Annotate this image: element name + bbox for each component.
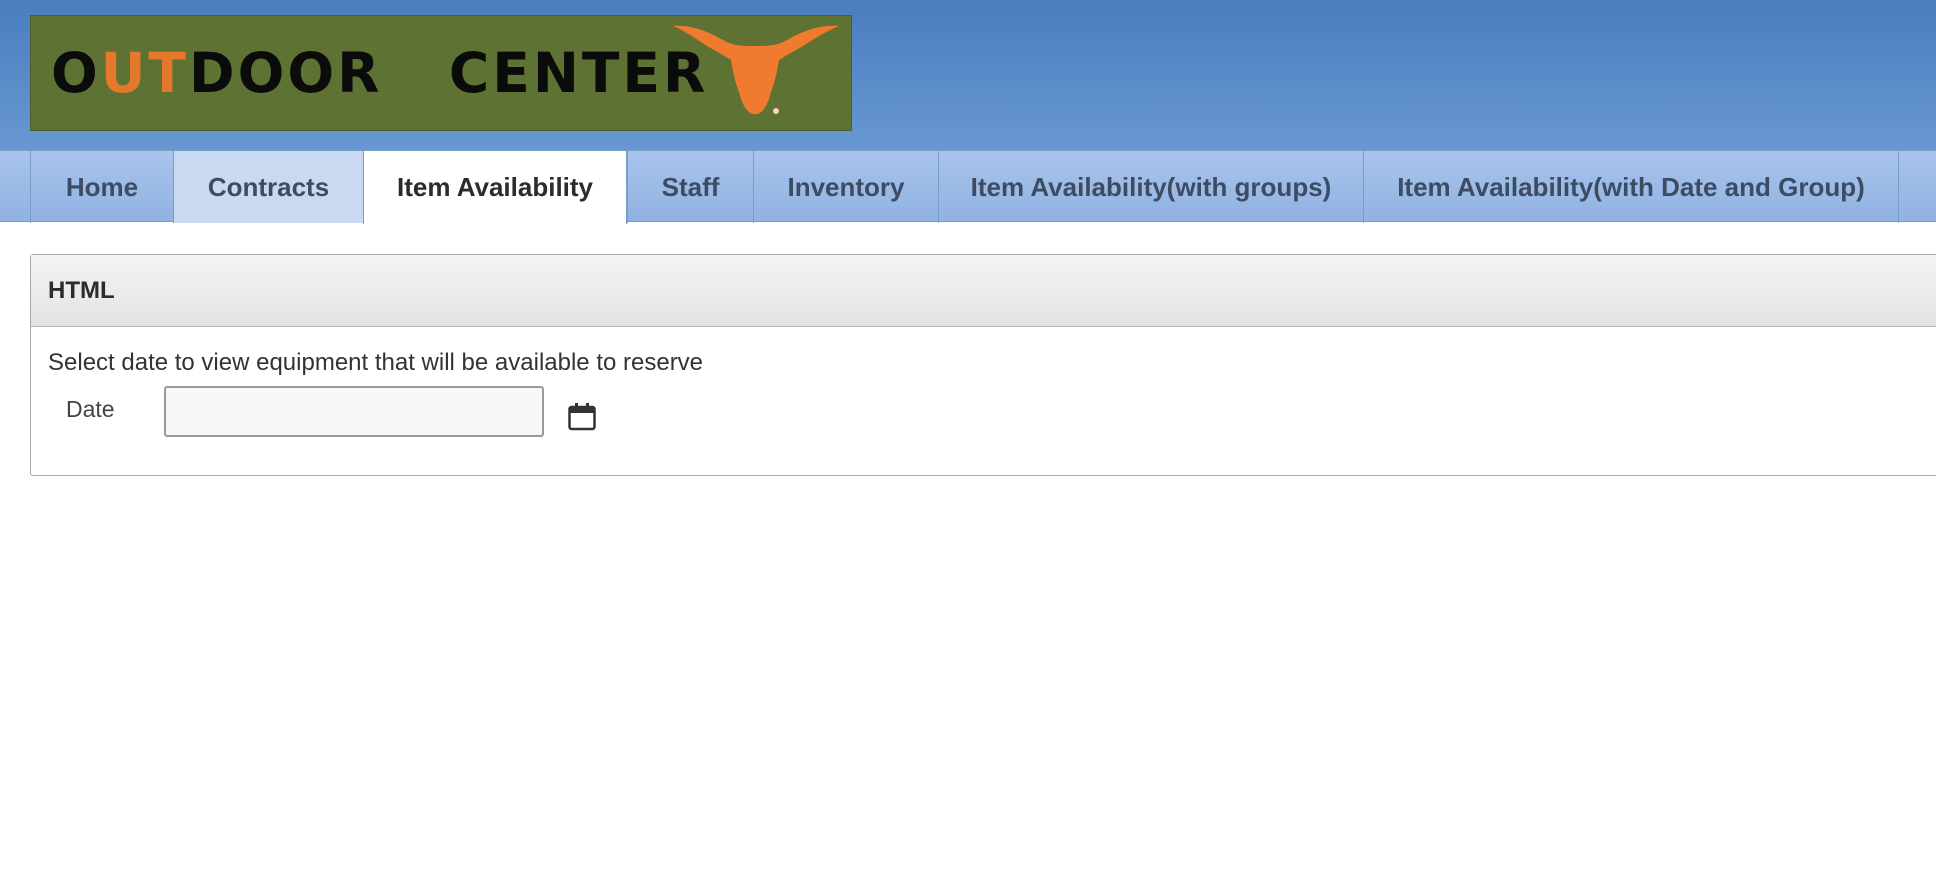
calendar-icon[interactable] xyxy=(567,402,597,432)
tab-contracts[interactable]: Contracts xyxy=(173,151,363,223)
date-input[interactable] xyxy=(164,386,544,437)
tab-home[interactable]: Home xyxy=(30,151,173,223)
tab-staff[interactable]: Staff xyxy=(627,151,753,223)
panel-title: HTML xyxy=(31,255,1936,327)
availability-panel: HTML Select date to view equipment that … xyxy=(30,254,1936,476)
tab-item-availability-with-groups[interactable]: Item Availability(with groups) xyxy=(938,151,1363,223)
tab-inventory[interactable]: Inventory xyxy=(753,151,938,223)
outdoor-center-logo[interactable]: OUTDOOR CENTER xyxy=(30,15,852,131)
instruction-text: Select date to view equipment that will … xyxy=(48,349,704,376)
logo-text: OUTDOOR CENTER xyxy=(51,41,709,105)
main-nav: Home Contracts Item Availability Staff I… xyxy=(0,150,1936,224)
longhorn-icon xyxy=(673,25,839,115)
tab-item-availability[interactable]: Item Availability xyxy=(363,151,627,224)
page-header: OUTDOOR CENTER xyxy=(0,0,1936,150)
tab-item-availability-with-date-and-group[interactable]: Item Availability(with Date and Group) xyxy=(1363,151,1899,223)
date-label: Date xyxy=(66,396,115,422)
